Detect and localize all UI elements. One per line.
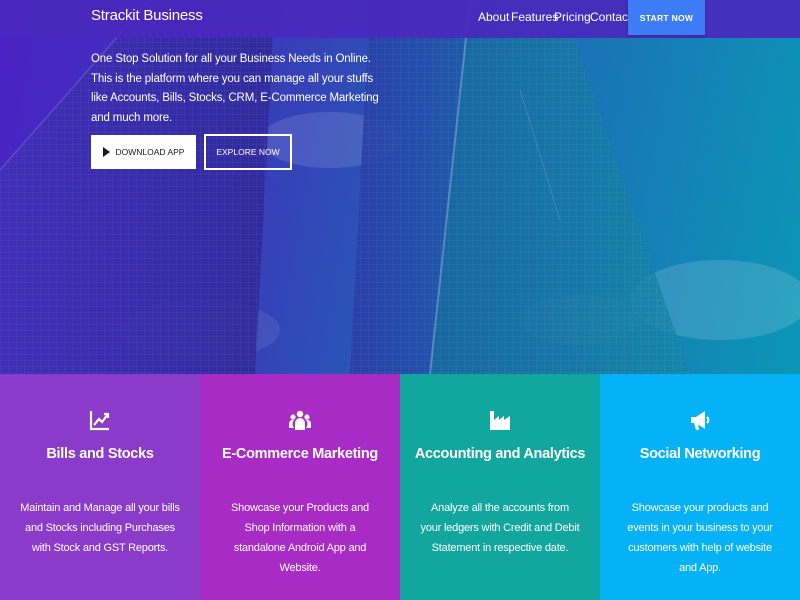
nav-link-about[interactable]: About xyxy=(478,10,509,24)
bullhorn-icon xyxy=(691,411,710,430)
nav-link-features[interactable]: Features xyxy=(511,10,558,24)
play-icon xyxy=(102,147,110,157)
brand-logo[interactable]: Strackit Business xyxy=(91,7,203,24)
industry-icon xyxy=(490,411,510,430)
users-icon xyxy=(289,410,311,430)
explore-now-button[interactable]: EXPLORE NOW xyxy=(204,134,292,170)
download-app-label: DOWNLOAD APP xyxy=(115,147,185,157)
feature-title: Accounting and Analytics xyxy=(414,446,586,462)
feature-card-accounting: Accounting and Analytics Analyze all the… xyxy=(400,374,600,600)
navbar: Strackit Business About Features Pricing… xyxy=(0,0,800,38)
feature-title: Bills and Stocks xyxy=(46,446,154,462)
feature-card-social: Social Networking Showcase your products… xyxy=(600,374,800,600)
feature-title: E-Commerce Marketing xyxy=(222,446,378,462)
feature-description: Showcase your products and events in you… xyxy=(627,502,773,574)
line-chart-icon xyxy=(89,411,110,431)
feature-title: Social Networking xyxy=(639,446,761,462)
hero-section: Strackit Business About Features Pricing… xyxy=(0,0,800,374)
feature-card-ecommerce: E-Commerce Marketing Showcase your Produ… xyxy=(200,374,400,600)
feature-description: Showcase your Products and Shop Informat… xyxy=(231,502,369,574)
feature-description: Maintain and Manage all your bills and S… xyxy=(20,502,180,554)
start-now-button[interactable]: START NOW xyxy=(628,0,705,35)
nav-link-contact[interactable]: Contact xyxy=(590,10,631,24)
feature-description: Analyze all the accounts from your ledge… xyxy=(420,502,580,554)
features-section: Bills and Stocks Maintain and Manage all… xyxy=(0,374,800,600)
nav-link-pricing[interactable]: Pricing xyxy=(554,10,591,24)
hero-tagline: One Stop Solution for all your Business … xyxy=(91,53,379,124)
download-app-button[interactable]: DOWNLOAD APP xyxy=(91,135,196,169)
feature-card-bills: Bills and Stocks Maintain and Manage all… xyxy=(0,374,200,600)
